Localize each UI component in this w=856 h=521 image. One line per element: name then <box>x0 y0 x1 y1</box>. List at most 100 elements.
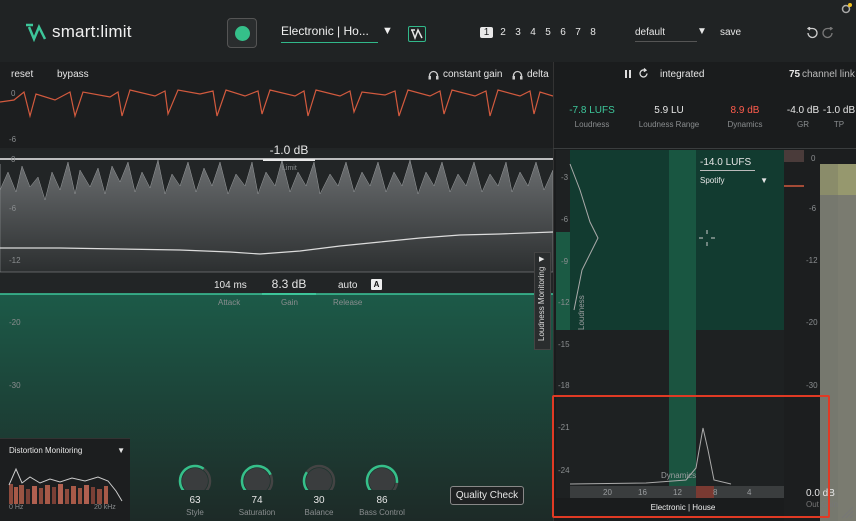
pause-icon[interactable] <box>624 69 633 79</box>
knob-label: Saturation <box>238 508 276 517</box>
target-lufs-value[interactable]: -14.0 LUFS <box>700 157 755 171</box>
y-tick-6: -6 <box>561 215 569 224</box>
loudness-axis-label: Loudness <box>577 295 586 330</box>
knob-value: 63 <box>189 495 201 506</box>
axis-main-6: -6 <box>9 204 17 213</box>
delta-label: delta <box>527 69 549 80</box>
meter-tick-20: -20 <box>806 318 818 327</box>
loudness-range-readout: 5.9 LU Loudness Range <box>633 105 705 129</box>
axis-main-0: 0 <box>11 155 16 164</box>
gear-icon[interactable] <box>840 3 852 15</box>
knob-value: 74 <box>251 495 263 506</box>
axis-main-20: -20 <box>9 318 21 327</box>
preset-slots: 12345678 <box>480 27 598 38</box>
delta-toggle[interactable]: delta <box>512 69 549 80</box>
meter-tick-12: -12 <box>806 256 818 265</box>
bypass-button[interactable]: bypass <box>57 69 89 80</box>
knob-dial[interactable] <box>352 464 412 494</box>
reset-loop-icon[interactable] <box>638 68 649 79</box>
meter-tick-0: 0 <box>811 154 816 163</box>
distortion-hz-low: 0 Hz <box>9 504 24 511</box>
loudness-range-label: Loudness Range <box>638 120 700 129</box>
profile-select[interactable]: Electronic | Ho... <box>281 24 378 43</box>
knob-style[interactable]: 63 Style <box>165 464 225 517</box>
redo-icon[interactable] <box>821 27 835 39</box>
limit-value[interactable]: -1.0 dB <box>263 143 315 161</box>
undo-icon[interactable] <box>805 27 819 39</box>
dynamics-value: 8.9 dB <box>730 105 760 116</box>
resize-handle-icon[interactable] <box>840 505 854 519</box>
gr-readout: -4.0 dB GR <box>784 105 822 129</box>
profile-logo-button[interactable] <box>408 26 426 42</box>
preset-slot-4[interactable]: 4 <box>528 27 538 38</box>
preset-slot-3[interactable]: 3 <box>513 27 523 38</box>
chevron-down-icon[interactable]: ▼ <box>697 26 707 37</box>
gain-label: Gain <box>281 298 298 307</box>
logo-icon <box>26 23 47 42</box>
tp-readout: -1.0 dB TP <box>820 105 856 129</box>
metrics-divider <box>553 148 856 149</box>
knob-dial[interactable] <box>165 464 225 494</box>
knob-label: Style <box>186 508 204 517</box>
knob-dial[interactable] <box>227 464 287 494</box>
distortion-monitoring-select[interactable]: Distortion Monitoring ▼ <box>9 446 125 455</box>
loudness-readout: -7.8 LUFS Loudness <box>562 105 622 129</box>
loudness-band <box>556 232 570 330</box>
chevron-down-icon: ▼ <box>117 446 125 455</box>
axis-top-0: 0 <box>11 89 16 98</box>
loudness-monitoring-tab[interactable]: ▶ Loudness Monitoring <box>534 252 551 350</box>
preset-slot-6[interactable]: 6 <box>558 27 568 38</box>
meter-scale: 0 -6 -12 -20 -30 <box>806 154 818 390</box>
reset-button[interactable]: reset <box>11 69 33 80</box>
constant-gain-toggle[interactable]: constant gain <box>428 69 503 80</box>
platform-select[interactable]: Spotify ▼ <box>700 176 768 185</box>
release-label: Release <box>333 298 363 307</box>
preset-slot-5[interactable]: 5 <box>543 27 553 38</box>
release-value[interactable]: auto <box>338 280 357 291</box>
attack-label: Attack <box>218 298 241 307</box>
power-button[interactable] <box>227 18 257 48</box>
distortion-hz-high: 20 kHz <box>94 504 116 511</box>
channel-link-value[interactable]: 75 <box>789 69 800 80</box>
loudness-label: Loudness <box>574 120 610 129</box>
auto-release-badge[interactable]: A <box>371 279 382 290</box>
preset-slot-7[interactable]: 7 <box>573 27 583 38</box>
channel-link-label: channel link <box>802 69 855 80</box>
tp-value: -1.0 dB <box>822 105 856 116</box>
highlight-box <box>552 395 830 518</box>
headphones-icon <box>428 70 439 79</box>
save-button[interactable]: save <box>720 27 741 38</box>
preset-slot-2[interactable]: 2 <box>498 27 508 38</box>
gr-label: GR <box>797 120 809 129</box>
meter-tick-6: -6 <box>809 204 817 213</box>
knob-saturation[interactable]: 74 Saturation <box>227 464 287 517</box>
preset-slot-8[interactable]: 8 <box>588 27 598 38</box>
knob-bass-control[interactable]: 86 Bass Control <box>352 464 412 517</box>
dynamics-readout: 8.9 dB Dynamics <box>716 105 774 129</box>
meter-tick-30: -30 <box>806 381 818 390</box>
knob-value: 30 <box>313 495 325 506</box>
y-tick-9: -9 <box>561 257 569 266</box>
attack-value[interactable]: 104 ms <box>214 280 247 291</box>
platform-label: Spotify <box>700 176 725 185</box>
limit-label: Limit <box>282 165 297 172</box>
app-title: smart:limit <box>52 22 132 41</box>
distortion-spectrum <box>8 467 123 504</box>
chevron-down-icon[interactable]: ▼ <box>382 25 393 37</box>
waveform <box>0 159 553 273</box>
integrated-mode[interactable]: integrated <box>660 69 704 80</box>
knob-balance[interactable]: 30 Balance <box>289 464 349 517</box>
y-tick-3: -3 <box>561 173 569 182</box>
axis-main-30: -30 <box>9 381 21 390</box>
chevron-right-icon: ▶ <box>539 256 545 263</box>
knob-dial[interactable] <box>289 464 349 494</box>
headphones-icon <box>512 70 523 79</box>
quality-check-button[interactable]: Quality Check <box>450 486 524 505</box>
axis-top-6: -6 <box>9 135 17 144</box>
y-tick-12: -12 <box>558 298 570 307</box>
preset-slot-1[interactable]: 1 <box>480 27 493 38</box>
preset-select[interactable]: default <box>635 27 697 42</box>
gain-value[interactable]: 8.3 dB <box>262 277 316 295</box>
gr-value: -4.0 dB <box>786 105 820 116</box>
loudness-range-value: 5.9 LU <box>654 105 684 116</box>
